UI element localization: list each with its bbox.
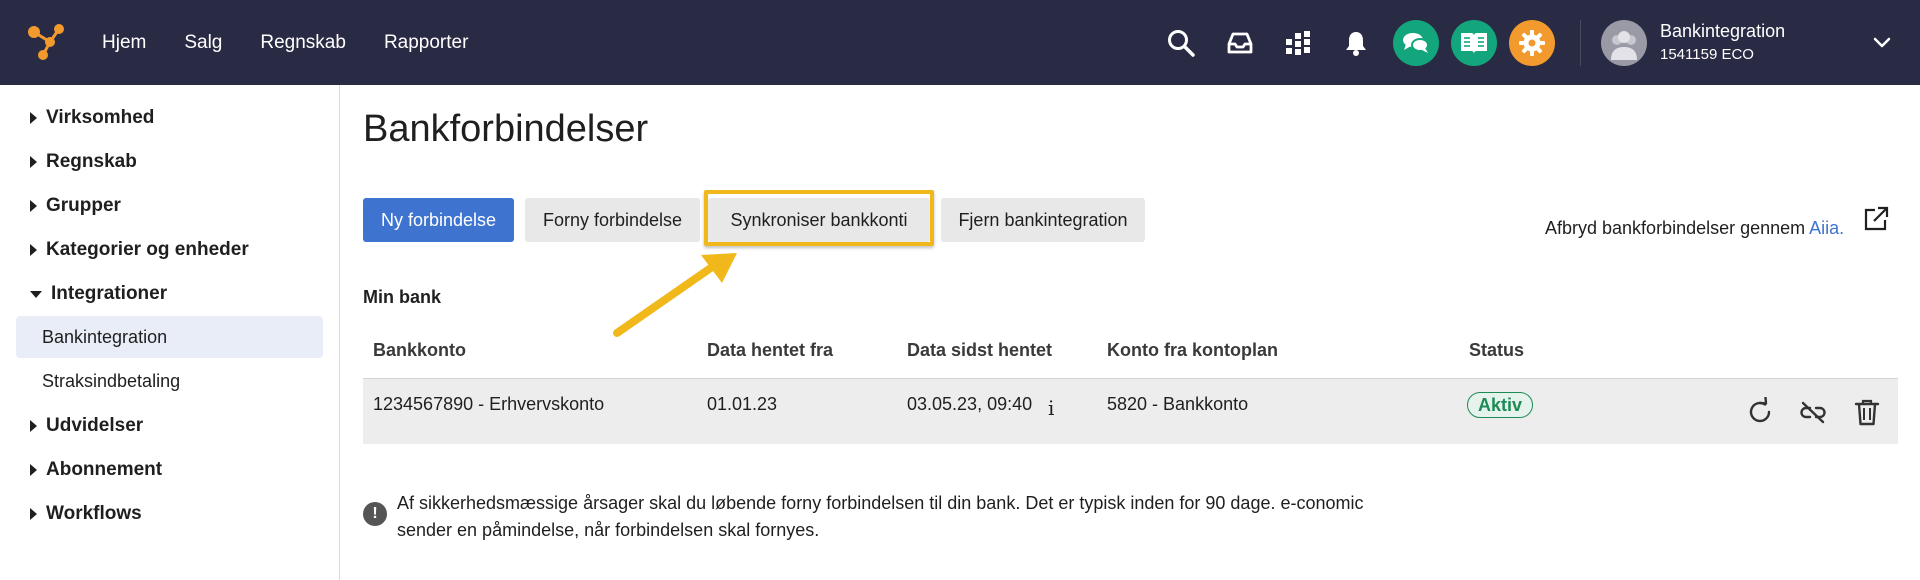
- search-icon[interactable]: [1160, 22, 1202, 64]
- sidebar: Virksomhed Regnskab Grupper Kategorier o…: [0, 85, 340, 580]
- apps-grid-icon[interactable]: [1277, 22, 1319, 64]
- sidebar-item-udvidelser[interactable]: Udvidelser: [30, 415, 143, 437]
- sidebar-subitem-bankintegration[interactable]: Bankintegration: [16, 316, 323, 358]
- caret-right-icon: [30, 508, 37, 520]
- last-fetched-cell: 03.05.23, 09:40: [907, 394, 1033, 414]
- avatar[interactable]: [1601, 20, 1647, 66]
- topbar-divider: [1580, 20, 1581, 66]
- sidebar-item-label: Grupper: [46, 195, 121, 216]
- caret-right-icon: [30, 420, 37, 432]
- app-logo-icon[interactable]: [26, 22, 66, 62]
- sync-bank-accounts-button[interactable]: Synkroniser bankkonti: [708, 198, 930, 242]
- sidebar-item-label: Integrationer: [51, 283, 168, 304]
- nav-item-regnskab[interactable]: Regnskab: [260, 32, 346, 54]
- trash-icon[interactable]: [1852, 397, 1882, 427]
- user-name[interactable]: Bankintegration: [1660, 21, 1785, 42]
- chart-account-cell: 5820 - Bankkonto: [1107, 394, 1249, 414]
- column-header-data-sidst-hentet: Data sidst hentet: [907, 340, 1053, 360]
- sidebar-item-label: Regnskab: [46, 151, 137, 172]
- arrow-annotation-icon: [613, 253, 737, 337]
- security-notice: Af sikkerhedsmæssige årsager skal du løb…: [397, 493, 1364, 540]
- sidebar-item-label: Virksomhed: [46, 107, 155, 128]
- sidebar-subitem-straksindbetaling[interactable]: Straksindbetaling: [16, 360, 323, 402]
- column-header-konto-fra-kontoplan: Konto fra kontoplan: [1107, 340, 1278, 360]
- sidebar-item-label: Abonnement: [46, 459, 163, 480]
- sidebar-item-integrationer[interactable]: Integrationer: [30, 283, 167, 305]
- column-header-bankkonto: Bankkonto: [373, 340, 467, 360]
- bank-account-cell: 1234567890 - Erhvervskonto: [373, 394, 605, 414]
- sidebar-item-kategorier[interactable]: Kategorier og enheder: [30, 239, 249, 261]
- data-from-cell: 01.01.23: [707, 394, 778, 414]
- aiia-note-text: Afbryd bankforbindelser gennem: [1545, 218, 1810, 238]
- caret-down-icon: [30, 290, 42, 298]
- column-header-data-hentet-fra: Data hentet fra: [707, 340, 834, 360]
- external-link-icon[interactable]: [1862, 205, 1890, 233]
- sidebar-item-label: Kategorier og enheder: [46, 239, 249, 260]
- nav-item-hjem[interactable]: Hjem: [102, 32, 146, 54]
- inbox-icon[interactable]: [1219, 22, 1261, 64]
- unlink-icon[interactable]: [1798, 397, 1828, 427]
- gear-icon[interactable]: [1509, 20, 1555, 66]
- caret-right-icon: [30, 200, 37, 212]
- caret-right-icon: [30, 244, 37, 256]
- main-nav: Hjem Salg Regnskab Rapporter: [102, 0, 506, 85]
- chat-icon[interactable]: [1393, 20, 1439, 66]
- bell-icon[interactable]: [1335, 22, 1377, 64]
- aiia-note: Afbryd bankforbindelser gennem Aiia.: [1545, 218, 1844, 239]
- remove-bank-integration-button[interactable]: Fjern bankintegration: [941, 198, 1145, 242]
- caret-right-icon: [30, 112, 37, 124]
- book-icon[interactable]: [1451, 20, 1497, 66]
- top-bar: Hjem Salg Regnskab Rapporter Bankintegra…: [0, 0, 1920, 85]
- refresh-icon[interactable]: [1745, 397, 1775, 427]
- sidebar-item-grupper[interactable]: Grupper: [30, 195, 121, 217]
- sidebar-item-virksomhed[interactable]: Virksomhed: [30, 107, 154, 129]
- aiia-link[interactable]: Aiia.: [1809, 218, 1844, 238]
- info-icon[interactable]: i: [1048, 396, 1054, 420]
- column-header-status: Status: [1469, 340, 1525, 360]
- sidebar-item-workflows[interactable]: Workflows: [30, 503, 142, 525]
- renew-connection-button[interactable]: Forny forbindelse: [525, 198, 700, 242]
- section-title: Min bank: [363, 287, 442, 307]
- nav-item-rapporter[interactable]: Rapporter: [384, 32, 469, 54]
- chevron-down-icon[interactable]: [1870, 30, 1894, 54]
- sidebar-item-abonnement[interactable]: Abonnement: [30, 459, 162, 481]
- warning-icon: !: [363, 502, 387, 526]
- status-badge: Aktiv: [1467, 392, 1534, 418]
- user-account-number: 1541159 ECO: [1660, 46, 1754, 63]
- sidebar-item-label: Udvidelser: [46, 415, 144, 436]
- page-title: Bankforbindelser: [363, 108, 649, 150]
- new-connection-button[interactable]: Ny forbindelse: [363, 198, 514, 242]
- sidebar-item-label: Workflows: [46, 503, 142, 524]
- sidebar-item-regnskab[interactable]: Regnskab: [30, 151, 137, 173]
- nav-item-salg[interactable]: Salg: [184, 32, 222, 54]
- caret-right-icon: [30, 156, 37, 168]
- caret-right-icon: [30, 464, 37, 476]
